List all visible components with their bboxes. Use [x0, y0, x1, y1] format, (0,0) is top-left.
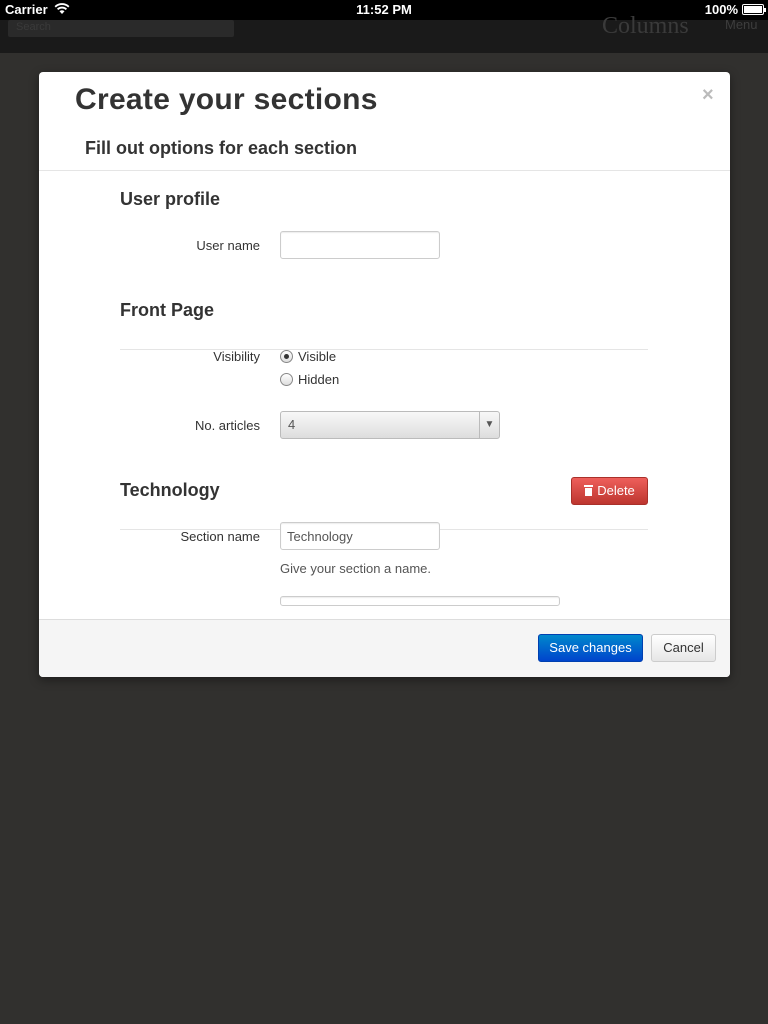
- delete-section-button[interactable]: Delete: [571, 477, 648, 505]
- modal-body[interactable]: User profile User name Front Page Visibi…: [39, 171, 730, 619]
- chevron-down-icon: ▼: [479, 412, 499, 438]
- cancel-button[interactable]: Cancel: [651, 634, 716, 662]
- section-name-help: Give your section a name.: [280, 561, 432, 576]
- modal-footer: Save changes Cancel: [39, 619, 730, 677]
- trash-icon: [584, 485, 594, 496]
- section-title-user-profile: User profile: [120, 189, 221, 209]
- modal-subtitle: Fill out options for each section: [85, 138, 358, 158]
- app-navbar: Search Columns Menu: [0, 13, 768, 53]
- brand-logo: Columns: [602, 13, 689, 39]
- radio-visible[interactable]: [280, 350, 293, 363]
- battery-percent: 100%: [704, 2, 738, 17]
- save-changes-button[interactable]: Save changes: [538, 634, 643, 662]
- next-field-input[interactable]: [280, 596, 560, 606]
- section-name-label: Section name: [180, 529, 261, 544]
- visibility-label: Visibility: [213, 349, 260, 364]
- search-input: Search: [8, 20, 234, 37]
- articles-select[interactable]: 4 ▼: [280, 411, 500, 439]
- battery-icon: [742, 4, 766, 15]
- section-title-front-page: Front Page: [120, 300, 215, 320]
- menu-button: Menu: [725, 17, 758, 32]
- radio-hidden[interactable]: [280, 373, 293, 386]
- articles-label: No. articles: [194, 418, 260, 433]
- modal-title: Create your sections: [75, 83, 378, 116]
- user-name-label: User name: [196, 238, 260, 253]
- create-sections-modal: Create your sections Fill out options fo…: [39, 72, 730, 677]
- modal-header: Create your sections Fill out options fo…: [39, 72, 730, 171]
- section-name-input[interactable]: [280, 522, 440, 550]
- close-icon[interactable]: ×: [702, 84, 714, 107]
- section-title-technology: Technology: [120, 480, 220, 500]
- user-name-input[interactable]: [280, 231, 440, 259]
- articles-select-value: 4: [288, 417, 296, 432]
- radio-hidden-label: Hidden: [298, 372, 340, 387]
- radio-visible-label: Visible: [298, 349, 337, 364]
- delete-label: Delete: [597, 483, 635, 498]
